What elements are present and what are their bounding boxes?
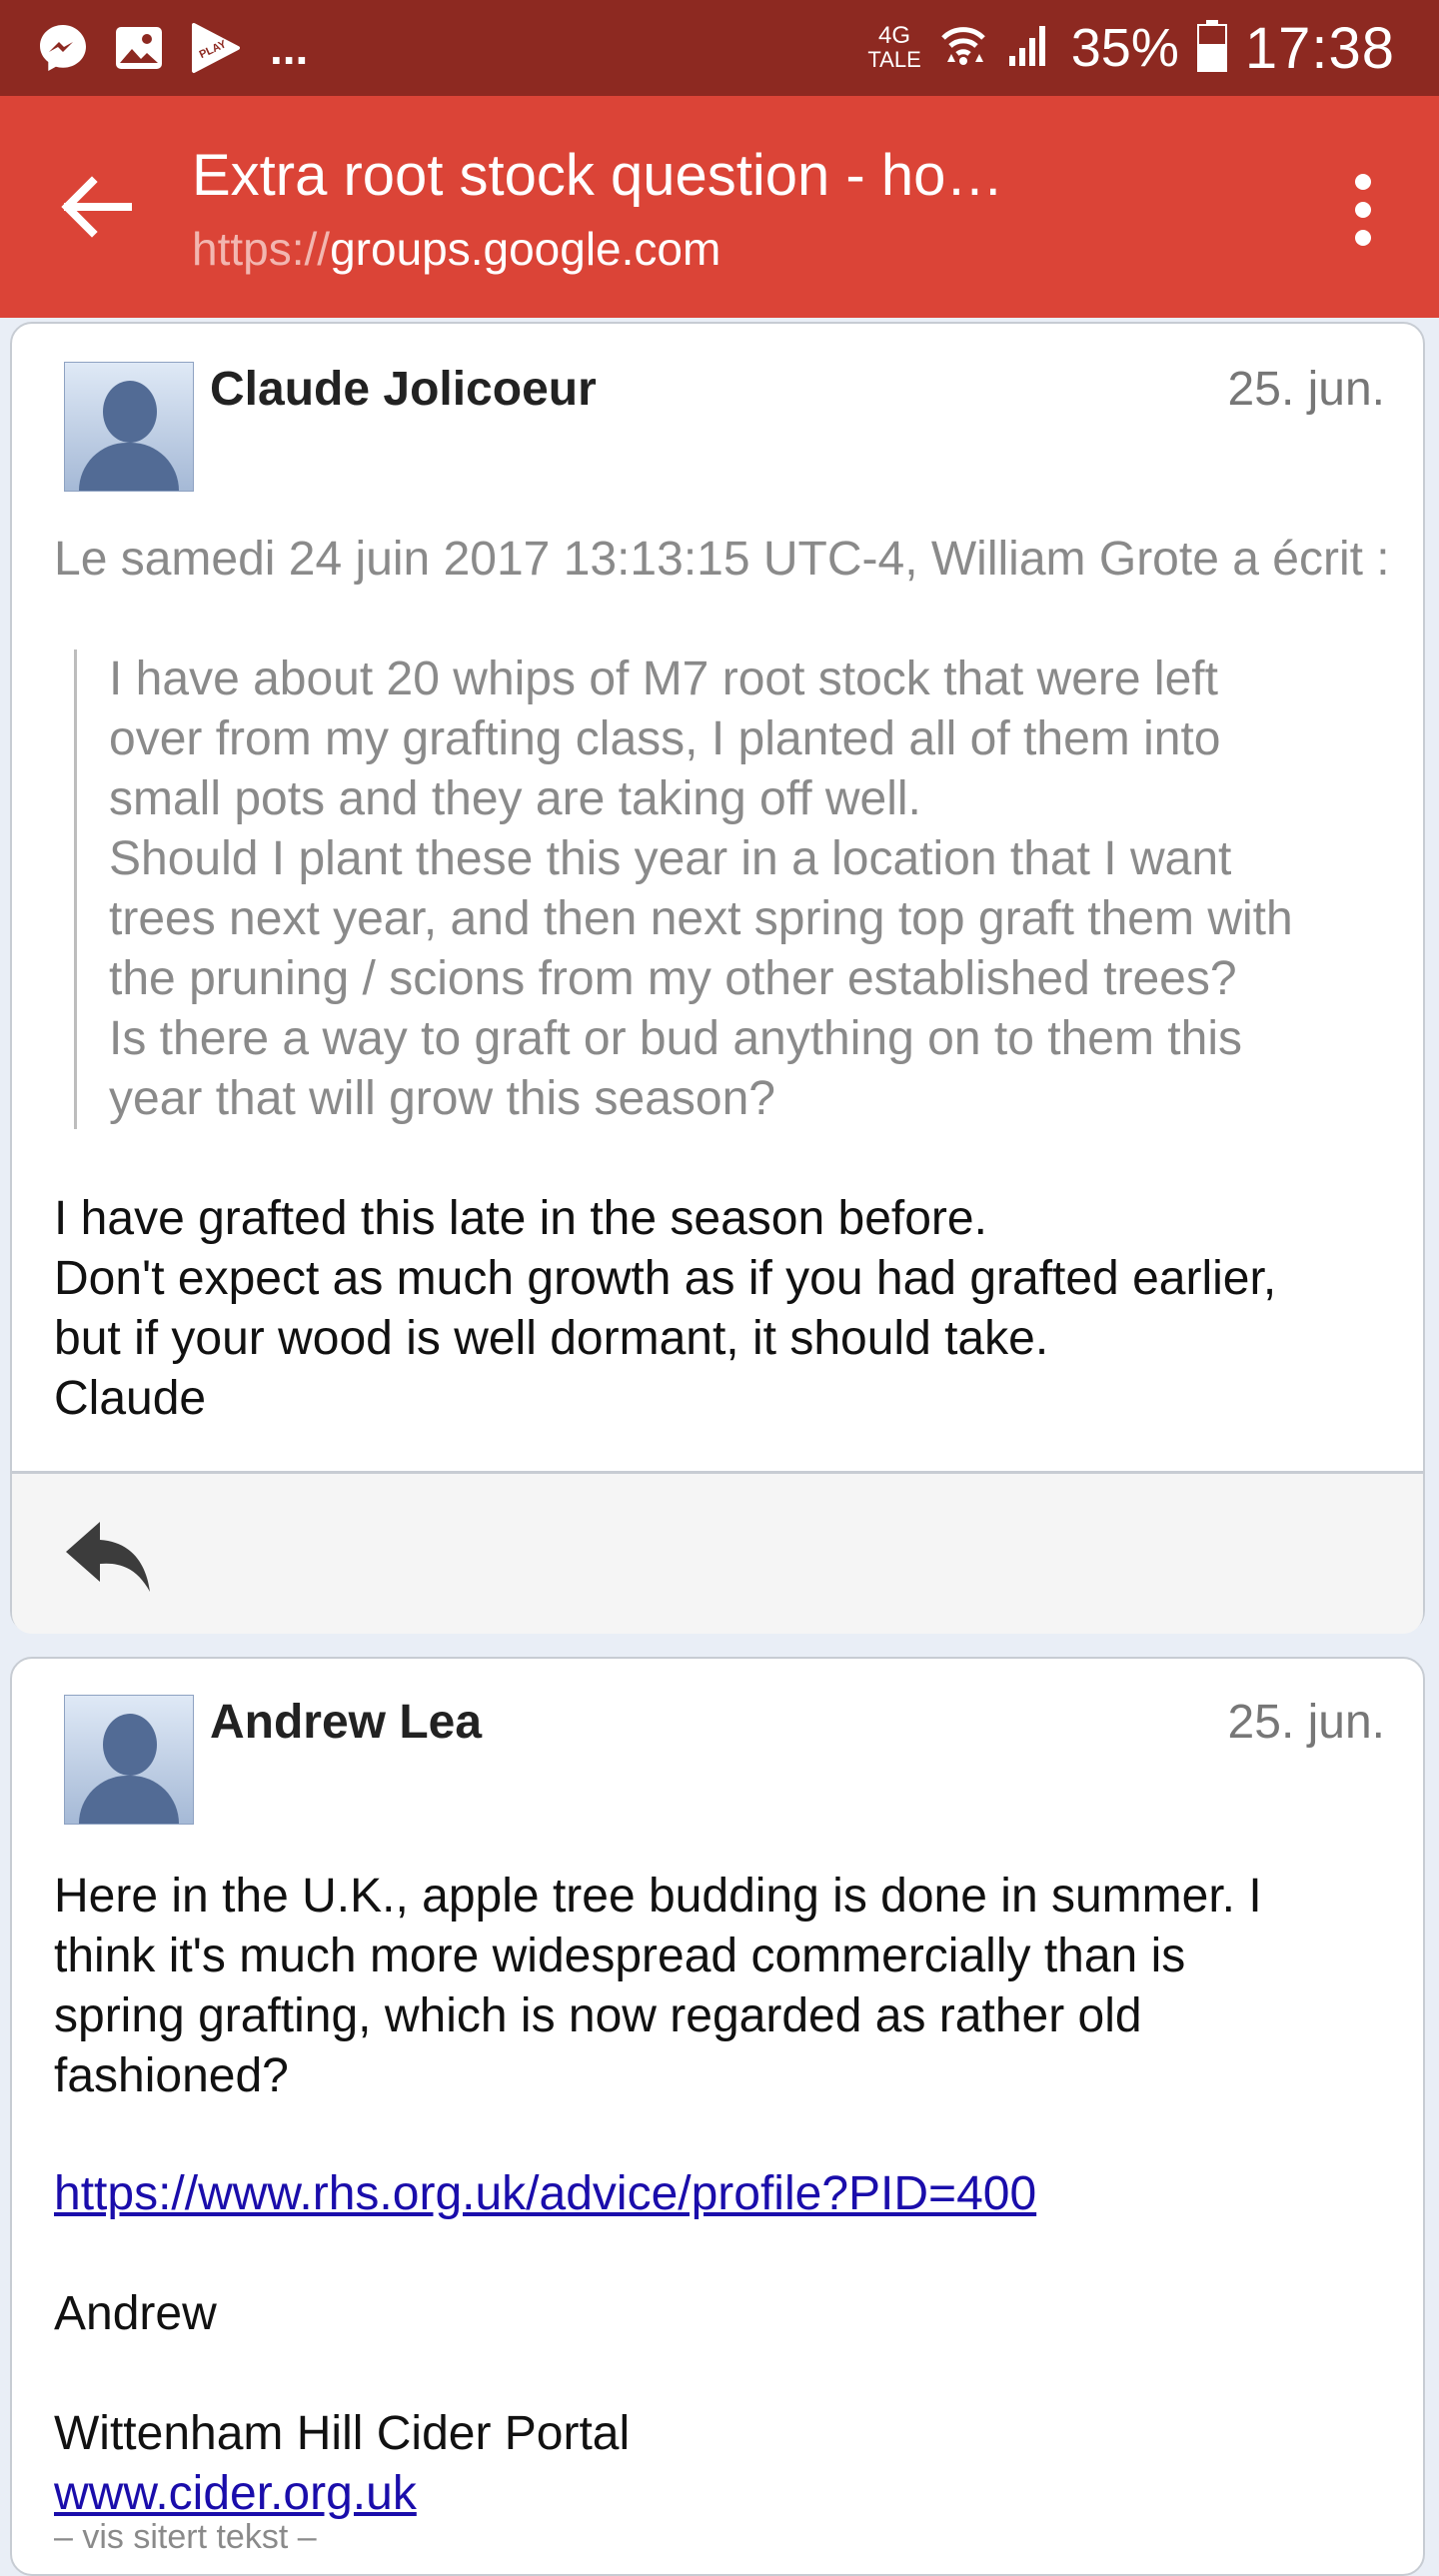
signature: Wittenham Hill Cider Portal www.cider.or…	[54, 2404, 1393, 2524]
signature-org: Wittenham Hill Cider Portal	[54, 2407, 631, 2460]
post-actions	[12, 1471, 1423, 1634]
network-type-bottom: TALE	[867, 47, 921, 72]
quote-line: over from my grafting class, I planted a…	[109, 712, 1221, 765]
more-vert-icon[interactable]	[1351, 174, 1375, 246]
avatar	[64, 1695, 194, 1825]
wifi-icon	[939, 20, 987, 77]
back-arrow-icon[interactable]	[58, 174, 134, 240]
quote-line: Should I plant these this year in a loca…	[109, 832, 1232, 885]
messenger-icon	[36, 21, 90, 75]
reply-icon[interactable]	[64, 1516, 154, 1596]
post-date: 25. jun.	[1227, 1696, 1385, 1749]
notification-icons: PLAY ...	[36, 18, 308, 78]
app-bar: Extra root stock question - ho… https://…	[0, 96, 1439, 318]
body-line: Claude	[54, 1372, 207, 1425]
signature-name: Andrew	[54, 2287, 217, 2340]
quote-line: the pruning / scions from my other estab…	[109, 952, 1237, 1005]
play-store-icon: PLAY	[188, 21, 242, 75]
quote-line: Is there a way to graft or bud anything …	[109, 1012, 1242, 1065]
page-url[interactable]: https://groups.google.com	[192, 222, 720, 276]
battery-icon	[1196, 19, 1227, 77]
gallery-icon	[112, 21, 166, 75]
post-card: Andrew Lea 25. jun. Here in the U.K., ap…	[10, 1657, 1425, 2576]
status-bar: PLAY ... 4G TALE 35% 17:38	[0, 0, 1439, 96]
system-indicators: 4G TALE 35% 17:38	[867, 15, 1395, 81]
post-author[interactable]: Claude Jolicoeur	[210, 362, 597, 417]
overflow-dots: ...	[270, 22, 309, 74]
rhs-link[interactable]: https://www.rhs.org.uk/advice/profile?PI…	[54, 2167, 1036, 2220]
rhs-link-line: https://www.rhs.org.uk/advice/profile?PI…	[54, 2164, 1393, 2224]
quote-line: trees next year, and then next spring to…	[109, 892, 1293, 945]
body-line: spring grafting, which is now regarded a…	[54, 1989, 1142, 2042]
page-title: Extra root stock question - ho…	[192, 143, 1004, 208]
quote-line: small pots and they are taking off well.	[109, 772, 921, 825]
network-type: 4G TALE	[867, 24, 920, 72]
quote-line: year that will grow this season?	[109, 1072, 775, 1125]
post-body: Here in the U.K., apple tree budding is …	[54, 1867, 1393, 2106]
show-quoted-text-link[interactable]: – vis sitert tekst –	[54, 2518, 317, 2557]
clock: 17:38	[1244, 15, 1395, 81]
url-host: groups.google.com	[330, 223, 721, 275]
url-scheme: https://	[192, 223, 331, 275]
quoted-text: I have about 20 whips of M7 root stock t…	[74, 649, 1393, 1129]
signal-icon	[1005, 22, 1053, 75]
body-line: but if your wood is well dormant, it sho…	[54, 1312, 1049, 1365]
post-card: Claude Jolicoeur 25. jun. Le samedi 24 j…	[10, 322, 1425, 1634]
body-line: Don't expect as much growth as if you ha…	[54, 1252, 1277, 1305]
body-line: Here in the U.K., apple tree budding is …	[54, 1870, 1262, 1923]
network-type-top: 4G	[878, 22, 911, 49]
battery-percent: 35%	[1070, 18, 1179, 78]
body-line: think it's much more widespread commerci…	[54, 1930, 1186, 1982]
post-author[interactable]: Andrew Lea	[210, 1695, 482, 1750]
body-line: fashioned?	[54, 2049, 289, 2102]
body-line: I have grafted this late in the season b…	[54, 1192, 987, 1245]
post-date: 25. jun.	[1227, 363, 1385, 416]
post-body: I have grafted this late in the season b…	[54, 1189, 1393, 1429]
avatar	[64, 362, 194, 492]
quote-line: I have about 20 whips of M7 root stock t…	[109, 652, 1218, 705]
cider-link[interactable]: www.cider.org.uk	[54, 2467, 417, 2520]
quote-intro: Le samedi 24 juin 2017 13:13:15 UTC-4, W…	[54, 533, 1390, 586]
